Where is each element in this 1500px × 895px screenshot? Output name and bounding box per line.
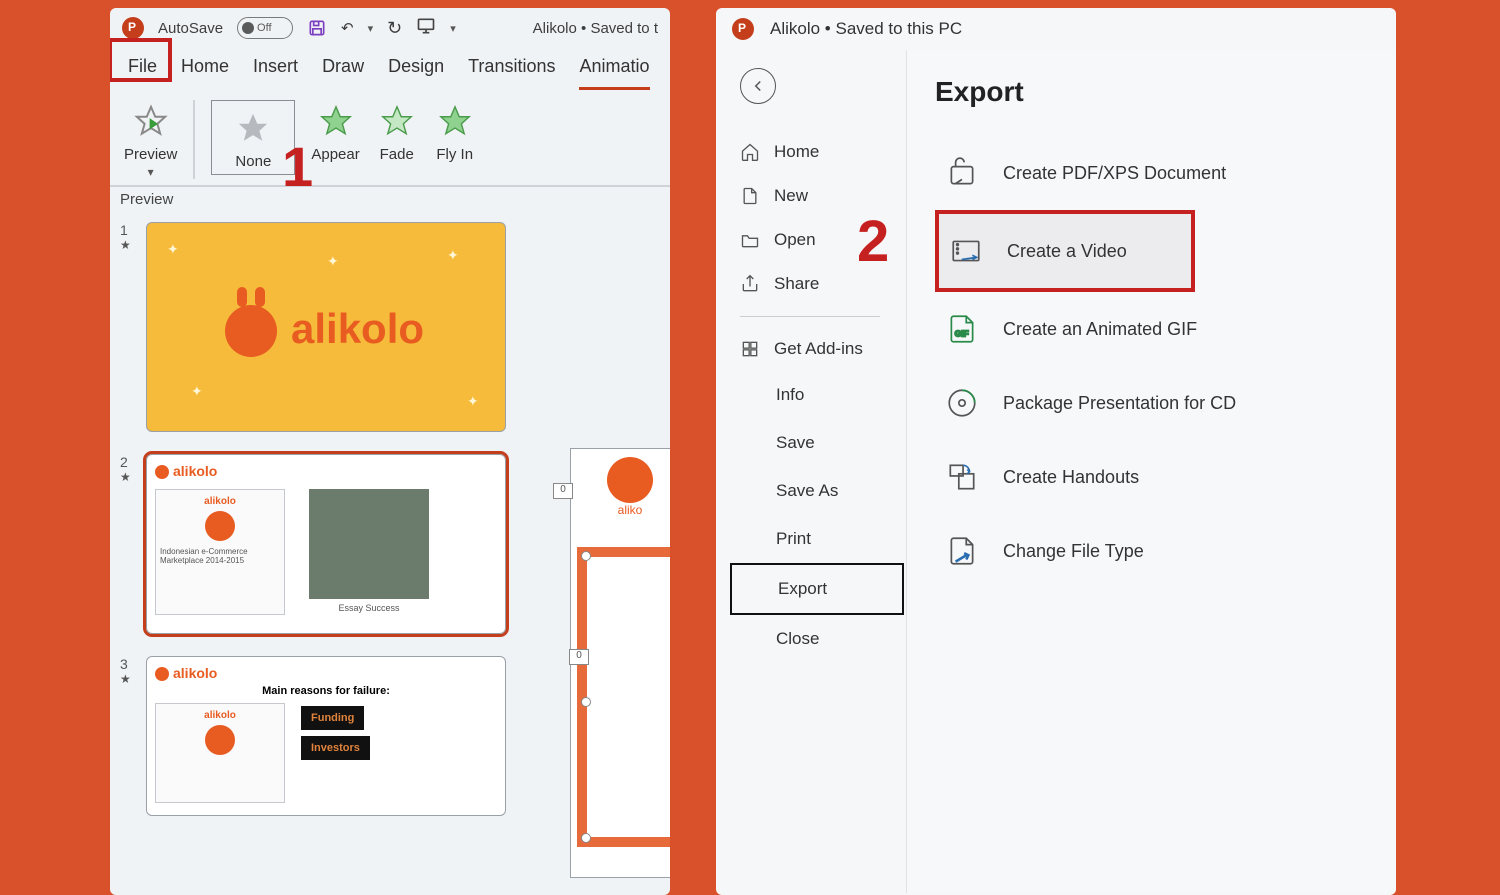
ribbon-tabs: File Home Insert Draw Design Transitions…: [110, 44, 670, 90]
nav-info[interactable]: Info: [740, 371, 906, 419]
tab-transitions[interactable]: Transitions: [468, 56, 555, 90]
back-button[interactable]: [740, 68, 776, 104]
animation-star-icon: ★: [120, 672, 134, 686]
mascot-icon: [607, 457, 653, 503]
backstage-title-bar: Alikolo • Saved to this PC: [716, 8, 1396, 50]
svg-text:GIF: GIF: [955, 328, 969, 338]
animation-star-icon: ★: [120, 470, 134, 484]
present-icon[interactable]: [416, 16, 436, 40]
powerpoint-backstage: Alikolo • Saved to this PC Home New Open…: [716, 8, 1396, 895]
animation-ribbon: Preview ▾ None Appear Fade Fly In: [110, 90, 670, 187]
nav-save-as[interactable]: Save As: [740, 467, 906, 515]
tab-insert[interactable]: Insert: [253, 56, 298, 90]
preview-group-label: Preview: [120, 191, 670, 208]
slide-thumbnail-2[interactable]: alikolo alikolo Indonesian e-Commerce Ma…: [146, 454, 506, 634]
tab-animations[interactable]: Animatio: [579, 56, 649, 90]
tab-draw[interactable]: Draw: [322, 56, 364, 90]
tab-home[interactable]: Home: [181, 56, 229, 90]
nav-export[interactable]: Export: [730, 563, 904, 615]
tab-file[interactable]: File: [128, 56, 157, 90]
effect-fade[interactable]: Fade: [376, 100, 418, 163]
person-photo: [309, 489, 429, 599]
document-title: Alikolo • Saved to t: [533, 20, 658, 37]
document-title: Alikolo • Saved to this PC: [770, 19, 962, 39]
mascot-icon: [225, 305, 277, 357]
animation-star-icon: ★: [120, 238, 134, 252]
effect-fly-in[interactable]: Fly In: [434, 100, 476, 163]
handouts-icon: [945, 460, 979, 494]
autosave-label: AutoSave: [158, 20, 223, 37]
selected-shape[interactable]: 0: [577, 547, 670, 847]
powerpoint-icon: [732, 18, 754, 40]
cd-icon: [945, 386, 979, 420]
annotation-step-2: 2: [857, 208, 889, 275]
backstage-nav: Home New Open Share Get Add-ins Info Sav…: [716, 50, 906, 893]
undo-icon[interactable]: ↶: [341, 19, 354, 37]
slide-canvas[interactable]: 0 aliko 0: [570, 448, 670, 878]
nav-home[interactable]: Home: [740, 130, 906, 174]
export-pdf-xps[interactable]: Create PDF/XPS Document: [935, 136, 1396, 210]
file-type-icon: [945, 534, 979, 568]
save-icon[interactable]: [307, 18, 327, 38]
effect-appear[interactable]: Appear: [311, 100, 359, 163]
gif-icon: GIF: [945, 312, 979, 346]
pdf-icon: [945, 156, 979, 190]
export-create-handouts[interactable]: Create Handouts: [935, 440, 1396, 514]
title-bar: AutoSave Off ↶▾ ↻ ▾ Alikolo • Saved to t: [110, 8, 670, 44]
redo-icon[interactable]: ↻: [387, 18, 402, 39]
video-icon: [949, 234, 983, 268]
powerpoint-icon: [122, 17, 144, 39]
slide-thumbnail-3[interactable]: alikolo Main reasons for failure: alikol…: [146, 656, 506, 816]
export-animated-gif[interactable]: GIF Create an Animated GIF: [935, 292, 1396, 366]
powerpoint-main-window: AutoSave Off ↶▾ ↻ ▾ Alikolo • Saved to t…: [110, 8, 670, 895]
slide-thumbnail-1[interactable]: ✦✦ ✦✦ ✦ alikolo: [146, 222, 506, 432]
export-change-file-type[interactable]: Change File Type: [935, 514, 1396, 588]
preview-button[interactable]: Preview ▾: [124, 100, 195, 179]
export-heading: Export: [935, 76, 1396, 108]
export-pane: 2 Export Create PDF/XPS Document Create …: [906, 50, 1396, 893]
nav-save[interactable]: Save: [740, 419, 906, 467]
nav-print[interactable]: Print: [740, 515, 906, 563]
export-create-video[interactable]: Create a Video: [935, 210, 1195, 292]
annotation-step-1: 1: [282, 134, 313, 199]
tab-design[interactable]: Design: [388, 56, 444, 90]
nav-get-addins[interactable]: Get Add-ins: [740, 327, 906, 371]
nav-close[interactable]: Close: [740, 615, 906, 663]
autosave-toggle[interactable]: Off: [237, 17, 293, 39]
export-package-cd[interactable]: Package Presentation for CD: [935, 366, 1396, 440]
